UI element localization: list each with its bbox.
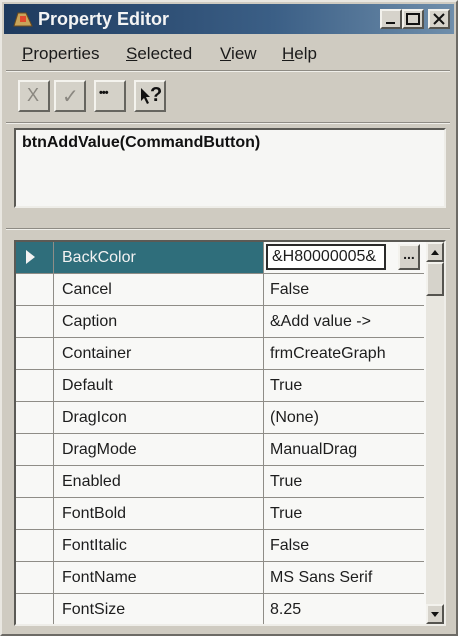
app-icon bbox=[13, 12, 33, 27]
menu-mnemonic: P bbox=[22, 44, 34, 63]
property-name: DragMode bbox=[54, 434, 264, 465]
maximize-button[interactable] bbox=[402, 9, 424, 29]
vertical-scrollbar[interactable] bbox=[426, 242, 444, 624]
property-value[interactable]: True bbox=[264, 370, 424, 401]
property-name: Cancel bbox=[54, 274, 264, 305]
row-selector[interactable] bbox=[16, 562, 54, 593]
property-value[interactable]: True bbox=[264, 498, 424, 529]
row-selector[interactable] bbox=[16, 274, 54, 305]
menu-separator bbox=[6, 70, 450, 72]
menu-selected[interactable]: Selected bbox=[126, 44, 192, 64]
row-selector[interactable] bbox=[16, 338, 54, 369]
property-value[interactable]: MS Sans Serif bbox=[264, 562, 424, 593]
property-row[interactable]: Caption &Add value -> bbox=[16, 306, 424, 338]
help-icon: ? bbox=[150, 84, 163, 106]
property-row[interactable]: FontSize 8.25 bbox=[16, 594, 424, 624]
check-icon: ✓ bbox=[62, 86, 79, 108]
apply-button[interactable]: ✓ bbox=[54, 80, 86, 112]
property-editor-window: Property Editor Properties Selected View… bbox=[0, 0, 458, 636]
cancel-button[interactable]: X bbox=[18, 80, 50, 112]
row-selector[interactable] bbox=[16, 242, 54, 273]
menu-label: iew bbox=[231, 44, 257, 63]
whats-this-button[interactable]: ? bbox=[134, 80, 166, 112]
title-bar[interactable]: Property Editor bbox=[4, 4, 454, 34]
window-title: Property Editor bbox=[38, 9, 170, 29]
property-name: Caption bbox=[54, 306, 264, 337]
row-selector[interactable] bbox=[16, 594, 54, 624]
property-grid: BackColor &H80000005& ... Cancel False C… bbox=[14, 240, 446, 626]
property-name: FontBold bbox=[54, 498, 264, 529]
property-row[interactable]: DragMode ManualDrag bbox=[16, 434, 424, 466]
property-row[interactable]: FontItalic False bbox=[16, 530, 424, 562]
toolbar: X ✓ ••• ? bbox=[4, 74, 454, 120]
property-name: Default bbox=[54, 370, 264, 401]
minimize-button[interactable] bbox=[380, 9, 402, 29]
close-icon bbox=[433, 13, 445, 25]
property-value[interactable]: False bbox=[264, 530, 424, 561]
row-selector[interactable] bbox=[16, 466, 54, 497]
property-row[interactable]: Enabled True bbox=[16, 466, 424, 498]
value-ellipsis-button[interactable]: ... bbox=[398, 244, 420, 270]
property-name: Container bbox=[54, 338, 264, 369]
row-selector[interactable] bbox=[16, 306, 54, 337]
toolbar-separator bbox=[6, 122, 450, 124]
arrow-up-icon bbox=[431, 250, 439, 255]
menu-label: roperties bbox=[33, 44, 100, 63]
menu-label: elp bbox=[294, 44, 317, 63]
menu-label: elected bbox=[137, 44, 193, 63]
menu-properties[interactable]: Properties bbox=[22, 44, 99, 64]
property-row[interactable]: DragIcon (None) bbox=[16, 402, 424, 434]
menu-help[interactable]: Help bbox=[282, 44, 317, 64]
property-row[interactable]: Cancel False bbox=[16, 274, 424, 306]
property-value[interactable]: ManualDrag bbox=[264, 434, 424, 465]
property-value[interactable]: &Add value -> bbox=[264, 306, 424, 337]
row-selector[interactable] bbox=[16, 498, 54, 529]
menu-view[interactable]: View bbox=[220, 44, 257, 64]
property-value-input[interactable]: &H80000005& bbox=[266, 244, 386, 270]
row-selector[interactable] bbox=[16, 370, 54, 401]
menu-mnemonic: H bbox=[282, 44, 295, 63]
menu-bar: Properties Selected View Help bbox=[4, 38, 454, 68]
property-name: FontSize bbox=[54, 594, 264, 624]
maximize-icon bbox=[406, 13, 420, 25]
property-row[interactable]: BackColor &H80000005& ... bbox=[16, 242, 424, 274]
property-value[interactable]: False bbox=[264, 274, 424, 305]
ellipsis-button[interactable]: ••• bbox=[94, 80, 126, 112]
property-name: FontName bbox=[54, 562, 264, 593]
menu-mnemonic: V bbox=[220, 44, 232, 63]
arrow-down-icon bbox=[431, 612, 439, 617]
cancel-icon: X bbox=[27, 85, 40, 105]
panel-separator bbox=[6, 228, 450, 230]
menu-mnemonic: S bbox=[126, 44, 138, 63]
property-row[interactable]: FontBold True bbox=[16, 498, 424, 530]
scroll-up-button[interactable] bbox=[426, 242, 444, 262]
close-button[interactable] bbox=[428, 9, 450, 29]
property-name: Enabled bbox=[54, 466, 264, 497]
ellipsis-icon: ••• bbox=[99, 87, 109, 99]
property-value-cell[interactable]: &H80000005& ... bbox=[264, 242, 424, 273]
scroll-down-button[interactable] bbox=[426, 604, 444, 624]
row-selector[interactable] bbox=[16, 402, 54, 433]
row-selector[interactable] bbox=[16, 434, 54, 465]
property-row[interactable]: Container frmCreateGraph bbox=[16, 338, 424, 370]
property-value[interactable]: frmCreateGraph bbox=[264, 338, 424, 369]
scroll-thumb[interactable] bbox=[426, 262, 444, 296]
property-name: BackColor bbox=[54, 242, 264, 273]
row-selector[interactable] bbox=[16, 530, 54, 561]
property-value[interactable]: True bbox=[264, 466, 424, 497]
property-value[interactable]: (None) bbox=[264, 402, 424, 433]
property-value[interactable]: 8.25 bbox=[264, 594, 424, 624]
property-row[interactable]: FontName MS Sans Serif bbox=[16, 562, 424, 594]
selected-object-name: btnAddValue(CommandButton) bbox=[22, 134, 261, 151]
minimize-icon bbox=[386, 22, 395, 24]
property-row[interactable]: Default True bbox=[16, 370, 424, 402]
selected-object-box: btnAddValue(CommandButton) bbox=[14, 128, 446, 208]
property-name: DragIcon bbox=[54, 402, 264, 433]
property-name: FontItalic bbox=[54, 530, 264, 561]
